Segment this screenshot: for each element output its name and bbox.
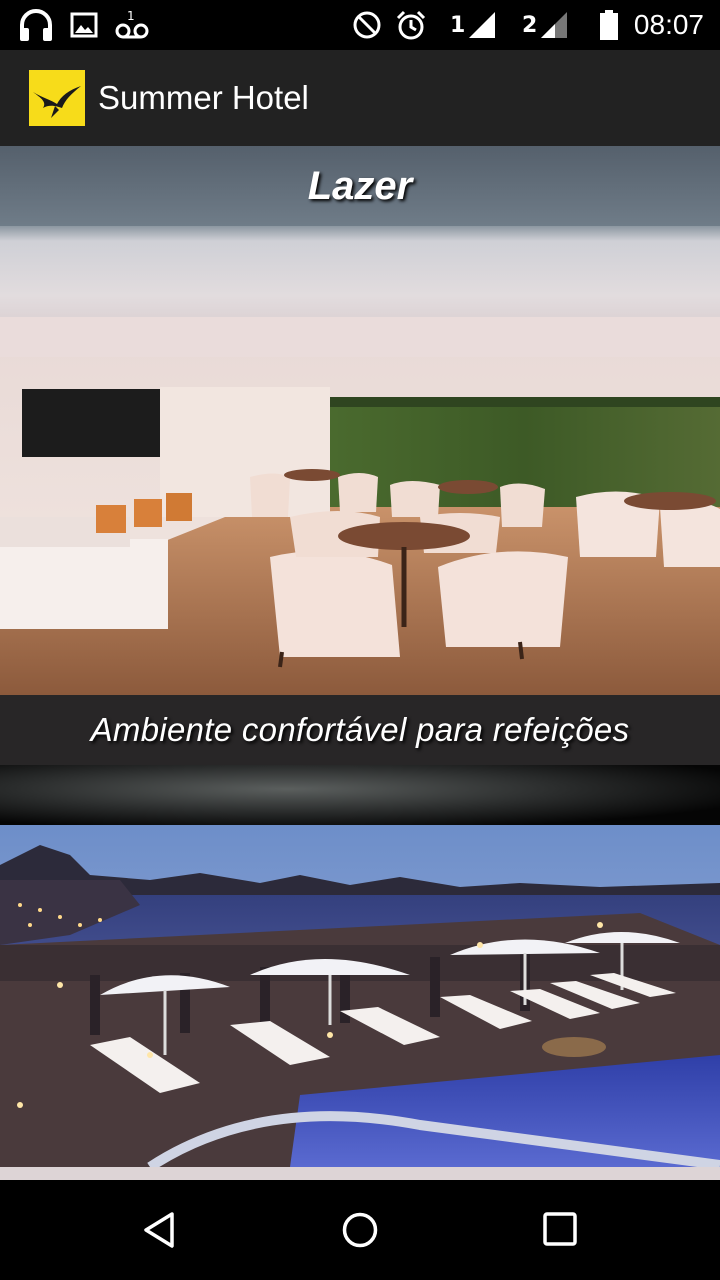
photo-caption-band: Ambiente confortável para refeições [0,695,720,765]
voicemail-icon: 1 [114,8,150,42]
image-icon [70,8,98,42]
hotel-logo-icon [29,70,85,126]
headphones-icon [18,8,54,42]
section-title: Lazer [307,163,413,208]
clock: 08:07 [633,9,704,40]
sim1-label: 1 [450,12,466,38]
back-icon[interactable] [140,1210,180,1250]
sim1-signal-icon: 1 [450,8,497,42]
svg-text:1: 1 [127,10,135,23]
sim2-signal-icon: 2 [522,8,569,42]
do-not-disturb-icon [351,8,383,42]
photo-transition-shadow [0,765,720,825]
hotel-lounge-photo[interactable] [0,317,720,695]
battery-icon [598,8,620,42]
app-title: Summer Hotel [98,79,309,116]
rooftop-pool-photo[interactable] [0,825,720,1167]
recents-icon[interactable] [541,1210,581,1250]
gallery-content[interactable]: Lazer Ambiente confortável para refeiçõe… [0,146,720,1180]
navigation-bar [0,1180,720,1280]
app-bar: Summer Hotel [0,50,720,146]
sim2-label: 2 [522,12,538,38]
section-header: Lazer [0,146,720,226]
home-icon[interactable] [340,1210,380,1250]
status-bar: 1 1 2 08:07 [0,0,720,50]
photo-caption: Ambiente confortável para refeições [90,711,630,748]
alarm-icon [395,8,427,42]
